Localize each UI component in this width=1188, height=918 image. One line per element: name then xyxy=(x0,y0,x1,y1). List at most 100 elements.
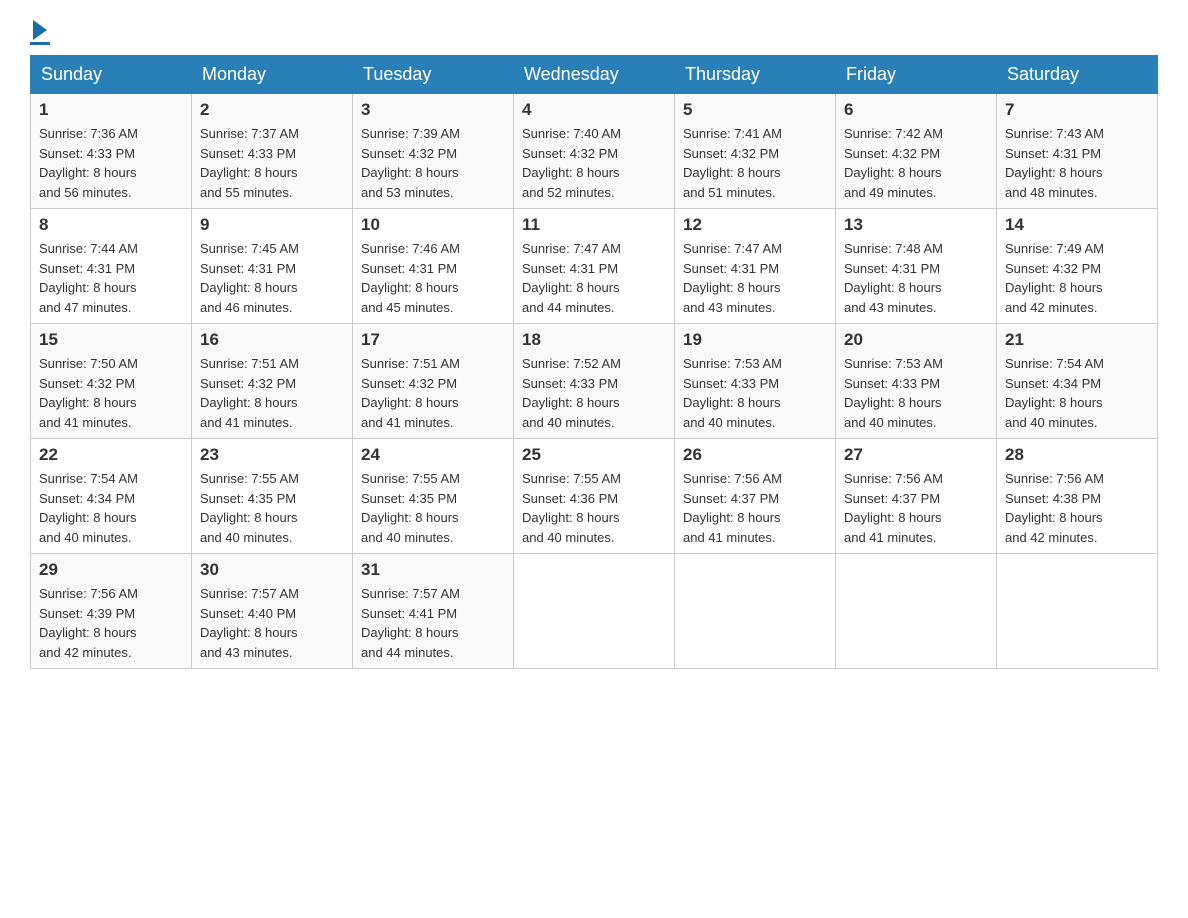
day-number: 14 xyxy=(1005,215,1149,235)
day-info: Sunrise: 7:41 AM Sunset: 4:32 PM Dayligh… xyxy=(683,126,782,200)
day-number: 27 xyxy=(844,445,988,465)
day-number: 9 xyxy=(200,215,344,235)
calendar-header-sunday: Sunday xyxy=(31,56,192,94)
day-number: 19 xyxy=(683,330,827,350)
day-number: 11 xyxy=(522,215,666,235)
calendar-cell: 1 Sunrise: 7:36 AM Sunset: 4:33 PM Dayli… xyxy=(31,94,192,209)
day-info: Sunrise: 7:56 AM Sunset: 4:39 PM Dayligh… xyxy=(39,586,138,660)
calendar-week-row: 1 Sunrise: 7:36 AM Sunset: 4:33 PM Dayli… xyxy=(31,94,1158,209)
day-info: Sunrise: 7:39 AM Sunset: 4:32 PM Dayligh… xyxy=(361,126,460,200)
day-number: 21 xyxy=(1005,330,1149,350)
calendar-week-row: 22 Sunrise: 7:54 AM Sunset: 4:34 PM Dayl… xyxy=(31,439,1158,554)
calendar-header-row: SundayMondayTuesdayWednesdayThursdayFrid… xyxy=(31,56,1158,94)
calendar-cell: 13 Sunrise: 7:48 AM Sunset: 4:31 PM Dayl… xyxy=(836,209,997,324)
calendar-cell: 29 Sunrise: 7:56 AM Sunset: 4:39 PM Dayl… xyxy=(31,554,192,669)
calendar-cell xyxy=(675,554,836,669)
calendar-table: SundayMondayTuesdayWednesdayThursdayFrid… xyxy=(30,55,1158,669)
day-number: 24 xyxy=(361,445,505,465)
day-number: 22 xyxy=(39,445,183,465)
calendar-cell: 19 Sunrise: 7:53 AM Sunset: 4:33 PM Dayl… xyxy=(675,324,836,439)
day-info: Sunrise: 7:53 AM Sunset: 4:33 PM Dayligh… xyxy=(683,356,782,430)
day-number: 28 xyxy=(1005,445,1149,465)
day-info: Sunrise: 7:52 AM Sunset: 4:33 PM Dayligh… xyxy=(522,356,621,430)
day-number: 13 xyxy=(844,215,988,235)
page-header xyxy=(30,20,1158,45)
calendar-cell: 15 Sunrise: 7:50 AM Sunset: 4:32 PM Dayl… xyxy=(31,324,192,439)
calendar-cell xyxy=(997,554,1158,669)
calendar-cell: 2 Sunrise: 7:37 AM Sunset: 4:33 PM Dayli… xyxy=(192,94,353,209)
day-number: 25 xyxy=(522,445,666,465)
day-info: Sunrise: 7:46 AM Sunset: 4:31 PM Dayligh… xyxy=(361,241,460,315)
calendar-cell: 6 Sunrise: 7:42 AM Sunset: 4:32 PM Dayli… xyxy=(836,94,997,209)
day-info: Sunrise: 7:42 AM Sunset: 4:32 PM Dayligh… xyxy=(844,126,943,200)
day-number: 3 xyxy=(361,100,505,120)
logo xyxy=(30,20,50,45)
logo-arrow-icon xyxy=(33,20,47,40)
calendar-header-wednesday: Wednesday xyxy=(514,56,675,94)
day-info: Sunrise: 7:56 AM Sunset: 4:38 PM Dayligh… xyxy=(1005,471,1104,545)
calendar-cell: 28 Sunrise: 7:56 AM Sunset: 4:38 PM Dayl… xyxy=(997,439,1158,554)
calendar-header-thursday: Thursday xyxy=(675,56,836,94)
calendar-cell: 27 Sunrise: 7:56 AM Sunset: 4:37 PM Dayl… xyxy=(836,439,997,554)
day-number: 7 xyxy=(1005,100,1149,120)
day-number: 17 xyxy=(361,330,505,350)
calendar-cell: 8 Sunrise: 7:44 AM Sunset: 4:31 PM Dayli… xyxy=(31,209,192,324)
day-info: Sunrise: 7:51 AM Sunset: 4:32 PM Dayligh… xyxy=(361,356,460,430)
day-info: Sunrise: 7:51 AM Sunset: 4:32 PM Dayligh… xyxy=(200,356,299,430)
calendar-cell: 18 Sunrise: 7:52 AM Sunset: 4:33 PM Dayl… xyxy=(514,324,675,439)
calendar-cell: 26 Sunrise: 7:56 AM Sunset: 4:37 PM Dayl… xyxy=(675,439,836,554)
calendar-cell: 31 Sunrise: 7:57 AM Sunset: 4:41 PM Dayl… xyxy=(353,554,514,669)
calendar-cell xyxy=(836,554,997,669)
day-info: Sunrise: 7:57 AM Sunset: 4:41 PM Dayligh… xyxy=(361,586,460,660)
calendar-header-tuesday: Tuesday xyxy=(353,56,514,94)
calendar-cell: 17 Sunrise: 7:51 AM Sunset: 4:32 PM Dayl… xyxy=(353,324,514,439)
day-info: Sunrise: 7:54 AM Sunset: 4:34 PM Dayligh… xyxy=(39,471,138,545)
calendar-cell xyxy=(514,554,675,669)
day-number: 30 xyxy=(200,560,344,580)
day-info: Sunrise: 7:45 AM Sunset: 4:31 PM Dayligh… xyxy=(200,241,299,315)
day-number: 26 xyxy=(683,445,827,465)
day-info: Sunrise: 7:54 AM Sunset: 4:34 PM Dayligh… xyxy=(1005,356,1104,430)
day-info: Sunrise: 7:55 AM Sunset: 4:35 PM Dayligh… xyxy=(361,471,460,545)
calendar-cell: 7 Sunrise: 7:43 AM Sunset: 4:31 PM Dayli… xyxy=(997,94,1158,209)
day-number: 20 xyxy=(844,330,988,350)
day-number: 10 xyxy=(361,215,505,235)
day-number: 16 xyxy=(200,330,344,350)
calendar-week-row: 15 Sunrise: 7:50 AM Sunset: 4:32 PM Dayl… xyxy=(31,324,1158,439)
day-number: 23 xyxy=(200,445,344,465)
day-number: 8 xyxy=(39,215,183,235)
calendar-cell: 9 Sunrise: 7:45 AM Sunset: 4:31 PM Dayli… xyxy=(192,209,353,324)
calendar-cell: 3 Sunrise: 7:39 AM Sunset: 4:32 PM Dayli… xyxy=(353,94,514,209)
calendar-cell: 5 Sunrise: 7:41 AM Sunset: 4:32 PM Dayli… xyxy=(675,94,836,209)
day-number: 1 xyxy=(39,100,183,120)
day-info: Sunrise: 7:56 AM Sunset: 4:37 PM Dayligh… xyxy=(683,471,782,545)
calendar-cell: 23 Sunrise: 7:55 AM Sunset: 4:35 PM Dayl… xyxy=(192,439,353,554)
calendar-cell: 11 Sunrise: 7:47 AM Sunset: 4:31 PM Dayl… xyxy=(514,209,675,324)
calendar-header-saturday: Saturday xyxy=(997,56,1158,94)
day-info: Sunrise: 7:53 AM Sunset: 4:33 PM Dayligh… xyxy=(844,356,943,430)
calendar-header-friday: Friday xyxy=(836,56,997,94)
day-info: Sunrise: 7:50 AM Sunset: 4:32 PM Dayligh… xyxy=(39,356,138,430)
day-info: Sunrise: 7:44 AM Sunset: 4:31 PM Dayligh… xyxy=(39,241,138,315)
day-info: Sunrise: 7:40 AM Sunset: 4:32 PM Dayligh… xyxy=(522,126,621,200)
calendar-cell: 25 Sunrise: 7:55 AM Sunset: 4:36 PM Dayl… xyxy=(514,439,675,554)
day-number: 6 xyxy=(844,100,988,120)
day-info: Sunrise: 7:47 AM Sunset: 4:31 PM Dayligh… xyxy=(522,241,621,315)
calendar-cell: 4 Sunrise: 7:40 AM Sunset: 4:32 PM Dayli… xyxy=(514,94,675,209)
day-info: Sunrise: 7:56 AM Sunset: 4:37 PM Dayligh… xyxy=(844,471,943,545)
calendar-week-row: 8 Sunrise: 7:44 AM Sunset: 4:31 PM Dayli… xyxy=(31,209,1158,324)
day-number: 12 xyxy=(683,215,827,235)
day-number: 15 xyxy=(39,330,183,350)
day-info: Sunrise: 7:47 AM Sunset: 4:31 PM Dayligh… xyxy=(683,241,782,315)
day-info: Sunrise: 7:36 AM Sunset: 4:33 PM Dayligh… xyxy=(39,126,138,200)
calendar-cell: 16 Sunrise: 7:51 AM Sunset: 4:32 PM Dayl… xyxy=(192,324,353,439)
calendar-cell: 20 Sunrise: 7:53 AM Sunset: 4:33 PM Dayl… xyxy=(836,324,997,439)
calendar-week-row: 29 Sunrise: 7:56 AM Sunset: 4:39 PM Dayl… xyxy=(31,554,1158,669)
calendar-cell: 24 Sunrise: 7:55 AM Sunset: 4:35 PM Dayl… xyxy=(353,439,514,554)
day-number: 29 xyxy=(39,560,183,580)
logo-underline xyxy=(30,42,50,45)
day-number: 18 xyxy=(522,330,666,350)
day-info: Sunrise: 7:57 AM Sunset: 4:40 PM Dayligh… xyxy=(200,586,299,660)
day-info: Sunrise: 7:55 AM Sunset: 4:36 PM Dayligh… xyxy=(522,471,621,545)
day-info: Sunrise: 7:48 AM Sunset: 4:31 PM Dayligh… xyxy=(844,241,943,315)
